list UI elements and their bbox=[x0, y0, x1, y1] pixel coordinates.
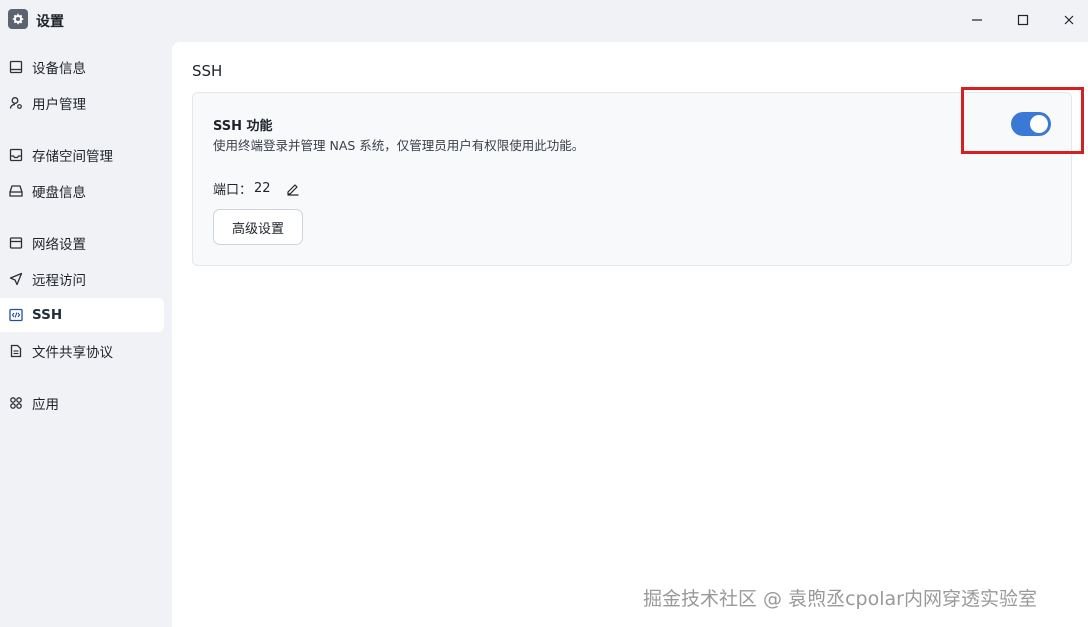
title-bar: 设置 bbox=[0, 0, 1088, 42]
storage-icon bbox=[8, 147, 24, 163]
sidebar-item-storage[interactable]: 存储空间管理 bbox=[0, 138, 164, 172]
ssh-settings-card: SSH 功能 使用终端登录并管理 NAS 系统，仅管理员用户有权限使用此功能。 … bbox=[192, 92, 1072, 266]
port-label: 端口： bbox=[213, 183, 253, 198]
sidebar-item-user-manage[interactable]: 用户管理 bbox=[0, 86, 164, 120]
network-icon bbox=[8, 235, 24, 251]
sidebar-item-network[interactable]: 网络设置 bbox=[0, 226, 164, 260]
sidebar-item-label: SSH bbox=[32, 307, 63, 323]
sidebar-item-apps[interactable]: 应用 bbox=[0, 386, 164, 420]
file-share-icon bbox=[8, 343, 24, 359]
port-value: 22 bbox=[254, 181, 271, 196]
sidebar-item-label: 用户管理 bbox=[32, 97, 86, 113]
window-title: 设置 bbox=[36, 14, 64, 30]
highlight-annotation bbox=[961, 87, 1084, 154]
device-info-icon bbox=[8, 59, 24, 75]
apps-icon bbox=[8, 395, 24, 411]
code-icon bbox=[8, 307, 24, 323]
main-content: SSH SSH 功能 使用终端登录并管理 NAS 系统，仅管理员用户有权限使用此… bbox=[172, 42, 1088, 627]
sidebar-item-ssh[interactable]: SSH bbox=[0, 298, 164, 332]
sidebar-item-label: 应用 bbox=[32, 397, 59, 413]
maximize-icon bbox=[1017, 14, 1029, 26]
advanced-settings-button[interactable]: 高级设置 bbox=[213, 209, 303, 245]
page-title: SSH bbox=[192, 62, 223, 80]
ssh-card-title: SSH 功能 bbox=[213, 119, 273, 134]
maximize-button[interactable] bbox=[1000, 0, 1046, 40]
sidebar-item-label: 远程访问 bbox=[32, 273, 86, 289]
port-row: 端口： 22 bbox=[213, 179, 301, 198]
close-icon bbox=[1064, 15, 1074, 25]
disk-icon bbox=[8, 183, 24, 199]
sidebar-item-remote-access[interactable]: 远程访问 bbox=[0, 262, 164, 296]
sidebar-item-label: 存储空间管理 bbox=[32, 149, 113, 165]
close-button[interactable] bbox=[1046, 0, 1088, 40]
gear-icon bbox=[8, 9, 28, 29]
edit-icon[interactable] bbox=[285, 181, 301, 197]
minimize-button[interactable] bbox=[954, 0, 1000, 40]
sidebar-item-label: 文件共享协议 bbox=[32, 345, 113, 361]
sidebar-item-label: 设备信息 bbox=[32, 61, 86, 77]
remote-access-icon bbox=[8, 271, 24, 287]
sidebar-item-label: 网络设置 bbox=[32, 237, 86, 253]
user-manage-icon bbox=[8, 95, 24, 111]
minimize-icon bbox=[972, 19, 982, 21]
sidebar: 设备信息 用户管理 存储空间管理 硬盘信息 网络设置 远程访问 SSH 文件共享… bbox=[0, 42, 172, 627]
sidebar-item-file-share[interactable]: 文件共享协议 bbox=[0, 334, 164, 368]
watermark: 掘金技术社区 @ 袁煦丞cpolar内网穿透实验室 bbox=[643, 588, 1037, 610]
sidebar-item-disk[interactable]: 硬盘信息 bbox=[0, 174, 164, 208]
ssh-card-description: 使用终端登录并管理 NAS 系统，仅管理员用户有权限使用此功能。 bbox=[213, 138, 585, 153]
sidebar-item-label: 硬盘信息 bbox=[32, 185, 86, 201]
sidebar-item-device-info[interactable]: 设备信息 bbox=[0, 50, 164, 84]
